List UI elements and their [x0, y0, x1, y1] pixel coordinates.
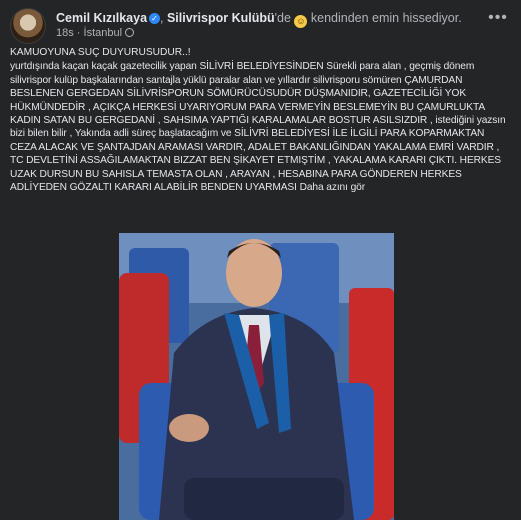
globe-icon: [125, 28, 135, 37]
post-paragraph: yurtdışında kaçan kaçak gazetecilik yapa…: [10, 61, 506, 194]
more-options-icon: •••: [488, 9, 508, 26]
post-photo-image: [119, 233, 394, 520]
post-body: KAMUOYUNA SUÇ DUYURUSUDUR..! yurtdışında…: [10, 46, 513, 194]
post-photo[interactable]: [119, 233, 394, 520]
byline-suffix: 'de: [274, 11, 295, 25]
post-card: Cemil Kızılkaya ✓, Silivrispor Kulübü'de …: [0, 0, 521, 520]
tagged-page-name[interactable]: Silivrispor Kulübü: [167, 11, 275, 25]
post-byline: Cemil Kızılkaya ✓, Silivrispor Kulübü'de …: [56, 10, 462, 28]
verified-badge-icon: ✓: [149, 13, 161, 24]
post-location[interactable]: İstanbul: [84, 27, 123, 39]
post-meta: 18s · İstanbul: [56, 27, 135, 39]
more-options-button[interactable]: •••: [485, 9, 511, 32]
smile-emoji-icon: ☺: [294, 15, 308, 28]
author-avatar[interactable]: [10, 8, 46, 44]
post-time[interactable]: 18s: [56, 27, 74, 39]
post-header: Cemil Kızılkaya ✓, Silivrispor Kulübü'de …: [10, 8, 511, 44]
byline-connector: ,: [160, 11, 167, 25]
feeling-text: kendinden emin hissediyor.: [310, 11, 462, 25]
author-name[interactable]: Cemil Kızılkaya: [56, 11, 147, 25]
post-headline: KAMUOYUNA SUÇ DUYURUSUDUR..!: [10, 47, 191, 58]
